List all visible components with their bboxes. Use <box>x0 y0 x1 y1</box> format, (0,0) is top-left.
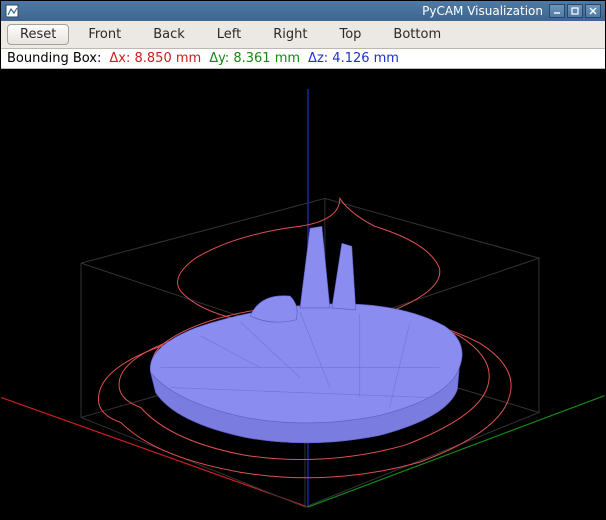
app-icon <box>5 4 19 18</box>
close-button[interactable] <box>585 4 601 18</box>
delta-z: Δz: 4.126 mm <box>308 51 399 66</box>
back-button[interactable]: Back <box>140 24 198 45</box>
window-controls <box>549 4 601 18</box>
titlebar: PyCAM Visualization <box>1 1 605 21</box>
top-button[interactable]: Top <box>326 24 374 45</box>
right-button[interactable]: Right <box>260 24 320 45</box>
front-button[interactable]: Front <box>75 24 134 45</box>
bounding-box-info: Bounding Box: Δx: 8.850 mm Δy: 8.361 mm … <box>1 49 605 69</box>
scene-svg <box>1 69 605 519</box>
minimize-button[interactable] <box>549 4 565 18</box>
delta-x: Δx: 8.850 mm <box>109 51 201 66</box>
model-mesh <box>150 226 462 443</box>
view-toolbar: Reset Front Back Left Right Top Bottom <box>1 21 605 49</box>
viewport-3d[interactable] <box>1 69 605 519</box>
reset-button[interactable]: Reset <box>7 24 69 45</box>
bounding-box-label: Bounding Box: <box>7 51 101 66</box>
bottom-button[interactable]: Bottom <box>380 24 454 45</box>
left-button[interactable]: Left <box>204 24 254 45</box>
window-title: PyCAM Visualization <box>422 4 543 18</box>
maximize-button[interactable] <box>567 4 583 18</box>
delta-y: Δy: 8.361 mm <box>209 51 300 66</box>
